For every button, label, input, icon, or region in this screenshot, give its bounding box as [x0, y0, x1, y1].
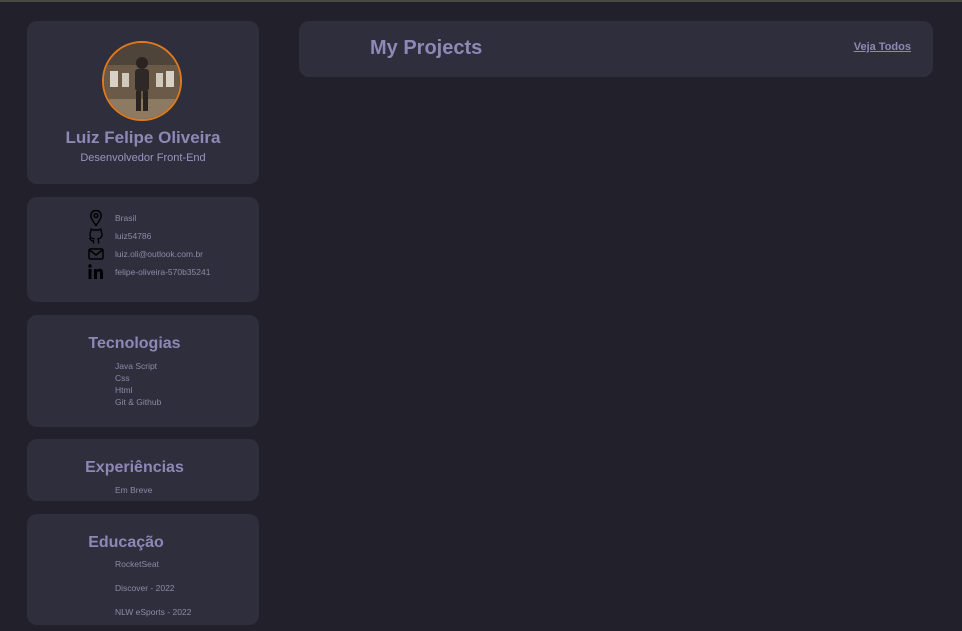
contact-linkedin-text: felipe-oliveira-570b35241	[115, 267, 211, 277]
experiences-title: Experiências	[85, 459, 184, 476]
contact-location-text: Brasil	[115, 213, 137, 223]
list-item: NLW eSports - 2022	[115, 607, 192, 617]
avatar	[102, 41, 182, 121]
github-icon	[87, 227, 105, 245]
contact-linkedin[interactable]: felipe-oliveira-570b35241	[87, 263, 257, 281]
projects-title: My Projects	[370, 37, 483, 59]
profile-card: Luiz Felipe Oliveira Desenvolvedor Front…	[27, 21, 259, 184]
contact-email-text: luiz.oli@outlook.com.br	[115, 249, 203, 259]
list-item: RocketSeat	[115, 559, 159, 569]
list-item: Java Script	[115, 361, 158, 371]
list-item: Discover - 2022	[115, 583, 175, 593]
projects-header: My Projects Veja Todos	[299, 21, 933, 77]
linkedin-icon	[87, 263, 105, 281]
profile-role: Desenvolvedor Front-End	[80, 152, 206, 164]
window-top-border	[0, 0, 962, 2]
list-item: Git & Github	[115, 397, 162, 407]
list-item: Css	[115, 373, 130, 383]
contact-github-text: luiz54786	[115, 231, 152, 241]
contact-email[interactable]: luiz.oli@outlook.com.br	[87, 245, 257, 263]
profile-name: Luiz Felipe Oliveira	[65, 128, 221, 147]
contact-location: Brasil	[87, 209, 257, 227]
location-icon	[87, 209, 105, 227]
list-item: Html	[115, 385, 133, 395]
see-all-link[interactable]: Veja Todos	[854, 41, 911, 53]
experiences-card: Experiências Em Breve	[27, 439, 259, 501]
contact-github[interactable]: luiz54786	[87, 227, 257, 245]
education-card: Educação RocketSeat Discover - 2022 NLW …	[27, 514, 259, 625]
education-title: Educação	[88, 534, 164, 551]
contacts-card: Brasil luiz54786 luiz.oli@outlook.com.br…	[27, 197, 259, 302]
list-item: Em Breve	[115, 485, 153, 495]
technologies-title: Tecnologias	[88, 335, 181, 352]
mail-icon	[87, 245, 105, 263]
technologies-card: Tecnologias Java Script Css Html Git & G…	[27, 315, 259, 427]
